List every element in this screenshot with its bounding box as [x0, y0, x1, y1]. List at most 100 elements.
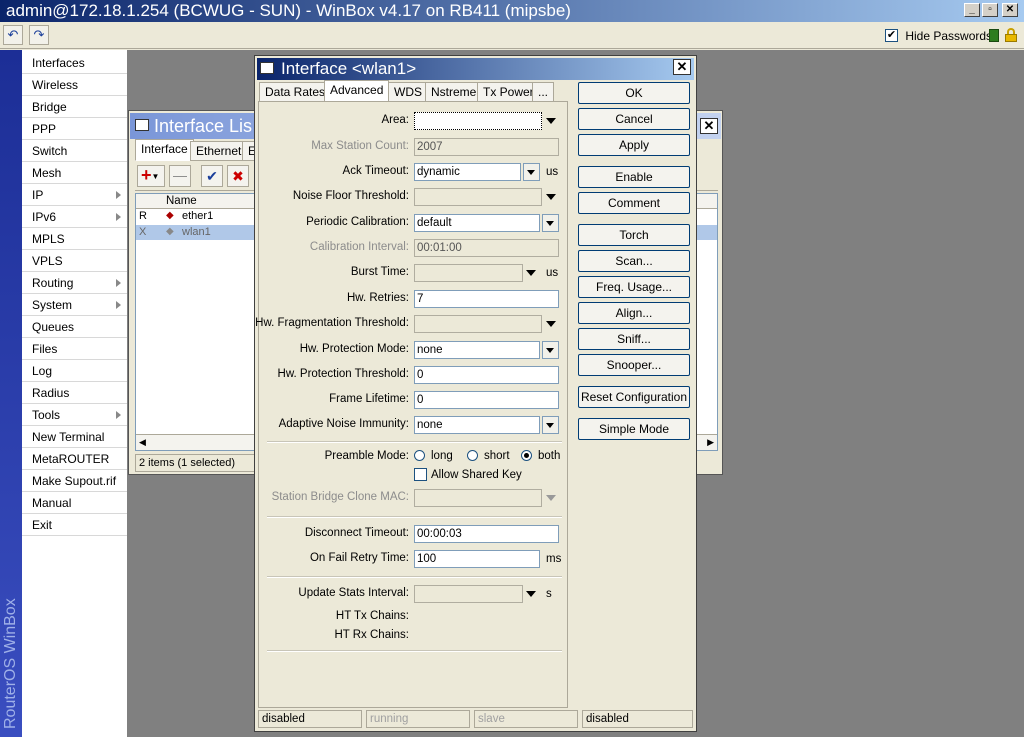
- sidebar-item-make-supout-rif[interactable]: Make Supout.rif: [22, 470, 127, 492]
- hw-protection-threshold-input[interactable]: 0: [414, 366, 559, 384]
- station-bridge-clone-mac-dropdown-icon: [546, 495, 556, 501]
- sidebar-item-routing[interactable]: Routing: [22, 272, 127, 294]
- reset-configuration-button[interactable]: Reset Configuration: [578, 386, 690, 408]
- preamble-both-radio[interactable]: [521, 450, 532, 461]
- sidebar-item-ppp[interactable]: PPP: [22, 118, 127, 140]
- preamble-mode-label: Preamble Mode:: [324, 450, 409, 462]
- sidebar-item-new-terminal[interactable]: New Terminal: [22, 426, 127, 448]
- sidebar-item-queues[interactable]: Queues: [22, 316, 127, 338]
- tab-nstreme[interactable]: Nstreme: [425, 82, 483, 102]
- tab-tx-power[interactable]: Tx Power: [477, 82, 540, 102]
- snooper-button[interactable]: Snooper...: [578, 354, 690, 376]
- sidebar-item-mesh[interactable]: Mesh: [22, 162, 127, 184]
- tab-data-rates[interactable]: Data Rates: [259, 82, 332, 102]
- sidebar-item-files[interactable]: Files: [22, 338, 127, 360]
- adaptive-noise-immunity-select[interactable]: none: [414, 416, 540, 434]
- noise-floor-dropdown-icon[interactable]: [546, 194, 556, 200]
- align-button[interactable]: Align...: [578, 302, 690, 324]
- max-station-count-label: Max Station Count:: [311, 140, 409, 152]
- periodic-calibration-select[interactable]: default: [414, 214, 540, 232]
- noise-floor-threshold-input[interactable]: [414, 188, 542, 206]
- ack-timeout-input[interactable]: dynamic: [414, 163, 521, 181]
- sidebar-item-ipv6[interactable]: IPv6: [22, 206, 127, 228]
- calibration-interval-field: 00:01:00: [414, 239, 559, 257]
- sidebar-item-log[interactable]: Log: [22, 360, 127, 382]
- allow-shared-key-checkbox[interactable]: [414, 468, 427, 481]
- sidebar-item-system[interactable]: System: [22, 294, 127, 316]
- sidebar-item-tools[interactable]: Tools: [22, 404, 127, 426]
- scroll-left-icon[interactable]: ◀: [139, 437, 146, 448]
- sidebar-item-exit[interactable]: Exit: [22, 514, 127, 536]
- close-button[interactable]: ✕: [1002, 3, 1018, 17]
- minimize-button[interactable]: _: [964, 3, 980, 17]
- enable-icon[interactable]: ✔: [201, 165, 223, 187]
- burst-time-dropdown-icon[interactable]: [526, 270, 536, 276]
- sidebar-item-wireless[interactable]: Wireless: [22, 74, 127, 96]
- submenu-arrow-icon: [116, 279, 121, 287]
- column-name-header[interactable]: Name: [166, 195, 197, 207]
- tab-advanced[interactable]: Advanced: [324, 80, 390, 102]
- maximize-button[interactable]: ▫: [982, 3, 998, 17]
- remove-icon[interactable]: —: [169, 165, 191, 187]
- redo-icon[interactable]: ↷: [29, 25, 49, 45]
- status-running: running: [366, 710, 470, 728]
- cancel-button[interactable]: Cancel: [578, 108, 690, 130]
- max-station-count-field: 2007: [414, 138, 559, 156]
- comment-button[interactable]: Comment: [578, 192, 690, 214]
- hw-retries-input[interactable]: 7: [414, 290, 559, 308]
- sidebar-item-interfaces[interactable]: Interfaces: [22, 52, 127, 74]
- sidebar-item-label: Log: [32, 364, 53, 378]
- sidebar-item-metarouter[interactable]: MetaROUTER: [22, 448, 127, 470]
- hide-passwords-toggle[interactable]: ✔ Hide Passwords: [885, 28, 992, 43]
- sidebar-item-mpls[interactable]: MPLS: [22, 228, 127, 250]
- advanced-panel: Area: Max Station Count: 2007 Ack Timeou…: [255, 101, 568, 708]
- periodic-calibration-dropdown-icon[interactable]: [542, 214, 559, 232]
- update-stats-interval-dropdown-icon[interactable]: [526, 591, 536, 597]
- undo-icon[interactable]: ↶: [3, 25, 23, 45]
- hw-protection-mode-dropdown-icon[interactable]: [542, 341, 559, 359]
- interface-window-close-icon[interactable]: ✕: [673, 59, 691, 75]
- area-dropdown-icon[interactable]: [546, 118, 556, 124]
- hide-passwords-checkbox[interactable]: ✔: [885, 29, 898, 43]
- disconnect-timeout-input[interactable]: 00:00:03: [414, 525, 559, 543]
- frame-lifetime-input[interactable]: 0: [414, 391, 559, 409]
- sniff-button[interactable]: Sniff...: [578, 328, 690, 350]
- adaptive-noise-immunity-dropdown-icon[interactable]: [542, 416, 559, 434]
- tab-interface[interactable]: Interface: [135, 139, 194, 161]
- window-titlebar: admin@172.18.1.254 (BCWUG - SUN) - WinBo…: [0, 0, 1024, 22]
- sidebar-item-switch[interactable]: Switch: [22, 140, 127, 162]
- sidebar-item-radius[interactable]: Radius: [22, 382, 127, 404]
- on-fail-retry-time-unit: ms: [546, 553, 562, 565]
- scroll-right-icon[interactable]: ▶: [707, 437, 714, 448]
- area-input[interactable]: [414, 112, 542, 130]
- enable-button[interactable]: Enable: [578, 166, 690, 188]
- tab-wds[interactable]: WDS: [388, 82, 428, 102]
- sidebar-item-ip[interactable]: IP: [22, 184, 127, 206]
- sidebar-item-bridge[interactable]: Bridge: [22, 96, 127, 118]
- burst-time-input[interactable]: [414, 264, 523, 282]
- hw-protection-mode-select[interactable]: none: [414, 341, 540, 359]
- preamble-long-radio[interactable]: [414, 450, 425, 461]
- tab-more[interactable]: ...: [532, 82, 555, 102]
- preamble-short-radio[interactable]: [467, 450, 478, 461]
- scan-button[interactable]: Scan...: [578, 250, 690, 272]
- freq-usage-button[interactable]: Freq. Usage...: [578, 276, 690, 298]
- on-fail-retry-time-label: On Fail Retry Time:: [309, 552, 409, 564]
- ht-rx-chains-label: HT Rx Chains:: [334, 629, 409, 641]
- on-fail-retry-time-input[interactable]: 100: [414, 550, 540, 568]
- sidebar-item-vpls[interactable]: VPLS: [22, 250, 127, 272]
- add-icon[interactable]: +▼: [137, 165, 165, 187]
- interface-list-close-icon[interactable]: ✕: [700, 118, 718, 134]
- hw-fragmentation-dropdown-icon[interactable]: [546, 321, 556, 327]
- simple-mode-button[interactable]: Simple Mode: [578, 418, 690, 440]
- calibration-interval-label: Calibration Interval:: [309, 241, 409, 253]
- ok-button[interactable]: OK: [578, 82, 690, 104]
- apply-button[interactable]: Apply: [578, 134, 690, 156]
- hw-retries-label: Hw. Retries:: [347, 292, 409, 304]
- separator: [267, 441, 562, 443]
- torch-button[interactable]: Torch: [578, 224, 690, 246]
- sidebar-item-manual[interactable]: Manual: [22, 492, 127, 514]
- hw-fragmentation-threshold-input[interactable]: [414, 315, 542, 333]
- update-stats-interval-input[interactable]: [414, 585, 523, 603]
- ack-timeout-dropdown-icon[interactable]: [523, 163, 540, 181]
